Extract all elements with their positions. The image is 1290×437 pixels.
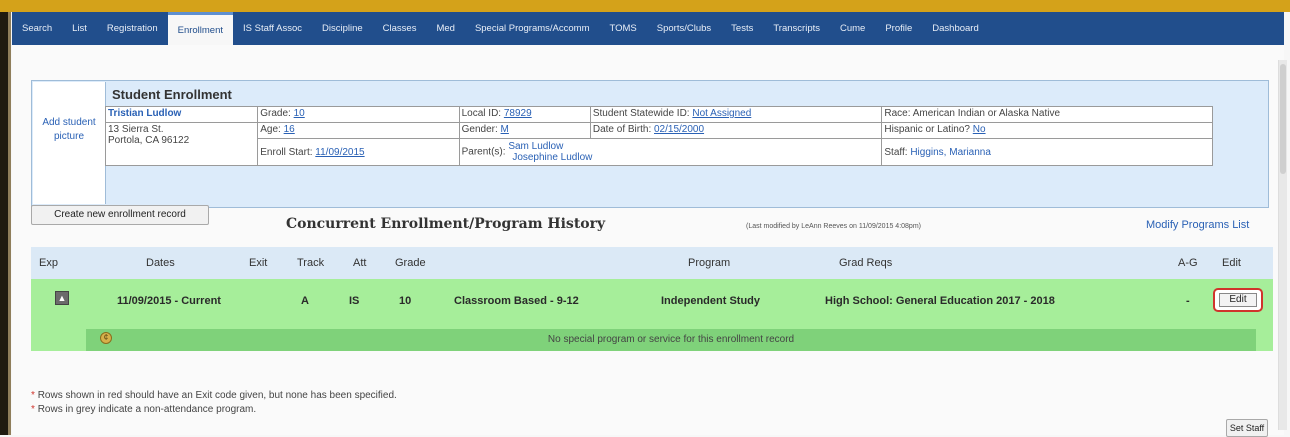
- race-value: American Indian or Alaska Native: [912, 108, 1061, 119]
- enroll-start-value[interactable]: 11/09/2015: [315, 147, 364, 158]
- left-window-edge-inner: [8, 12, 11, 435]
- col-header-program: Program: [688, 257, 731, 269]
- gender-value[interactable]: M: [501, 124, 509, 135]
- grade-value[interactable]: 10: [294, 108, 305, 119]
- nav-tab-classes[interactable]: Classes: [373, 12, 427, 45]
- col-header-exp: Exp: [39, 257, 58, 269]
- student-enrollment-panel: Add student picture Student Enrollment T…: [31, 80, 1269, 208]
- nav-tab-transcripts[interactable]: Transcripts: [763, 12, 830, 45]
- note-red-rows: * Rows shown in red should have an Exit …: [31, 390, 397, 401]
- local-id-label: Local ID:: [461, 108, 502, 119]
- staff-link[interactable]: Higgins, Marianna: [910, 147, 991, 158]
- student-info-table: Tristian Ludlow Grade: 10 Local ID: 7892…: [104, 106, 1213, 166]
- main-navigation-bar: Search List Registration Enrollment IS Staff…: [12, 12, 1284, 45]
- no-special-program-row: ¢ No special program or service for this…: [86, 329, 1256, 351]
- ssid-label: Student Statewide ID:: [592, 108, 690, 119]
- nav-tab-dashboard[interactable]: Dashboard: [922, 12, 988, 45]
- edit-button[interactable]: Edit: [1219, 293, 1257, 307]
- last-modified-text: (Last modified by LeAnn Reeves on 11/09/…: [746, 223, 921, 230]
- row-dates: 11/09/2015 - Current: [117, 295, 221, 307]
- create-enrollment-record-button[interactable]: Create new enrollment record: [31, 205, 209, 225]
- nav-tab-sports-clubs[interactable]: Sports/Clubs: [647, 12, 721, 45]
- note-grey-rows: * Rows in grey indicate a non-attendance…: [31, 404, 257, 415]
- col-header-edit: Edit: [1222, 257, 1241, 269]
- row-grade: 10: [399, 295, 412, 307]
- top-border-strip: [0, 0, 1290, 12]
- address-line-2: Portola, CA 96122: [108, 135, 190, 146]
- nav-tab-cume[interactable]: Cume: [830, 12, 875, 45]
- enrollment-row: ▲ 11/09/2015 - Current A IS 10 Classroom…: [31, 279, 1273, 351]
- dob-value[interactable]: 02/15/2000: [654, 124, 704, 135]
- age-label: Age:: [260, 124, 281, 135]
- left-window-edge: [0, 12, 8, 435]
- local-id-value[interactable]: 78929: [504, 108, 532, 119]
- nav-tab-list: Search List Registration Enrollment IS Staff…: [12, 12, 1284, 45]
- nav-tab-is-staff-assoc[interactable]: IS Staff Assoc: [233, 12, 312, 45]
- dob-label: Date of Birth:: [592, 124, 652, 135]
- edit-highlight-outline: Edit: [1213, 288, 1263, 312]
- col-header-track: Track: [297, 257, 325, 269]
- hispanic-value[interactable]: No: [973, 124, 986, 135]
- age-value[interactable]: 16: [284, 124, 295, 135]
- nav-tab-profile[interactable]: Profile: [875, 12, 922, 45]
- nav-tab-discipline[interactable]: Discipline: [312, 12, 373, 45]
- row-school: Classroom Based - 9-12: [454, 295, 579, 307]
- address-line-1: 13 Sierra St.: [108, 124, 164, 135]
- modify-programs-list-link[interactable]: Modify Programs List: [1146, 219, 1249, 231]
- col-header-a-g: A-G: [1178, 257, 1198, 269]
- nav-tab-med[interactable]: Med: [426, 12, 464, 45]
- nav-tab-list[interactable]: List: [62, 12, 97, 45]
- parent-2-link[interactable]: Josephine Ludlow: [508, 152, 592, 163]
- set-staff-button[interactable]: Set Staff: [1226, 419, 1268, 437]
- nav-tab-registration[interactable]: Registration: [97, 12, 168, 45]
- student-enrollment-title: Student Enrollment: [112, 87, 232, 102]
- gender-label: Gender:: [461, 124, 498, 135]
- no-special-program-text: No special program or service for this e…: [547, 334, 795, 345]
- row-program: Independent Study: [661, 295, 760, 307]
- col-header-grad-reqs: Grad Reqs: [839, 257, 893, 269]
- row-track: A: [301, 295, 309, 307]
- col-header-att: Att: [353, 257, 367, 269]
- col-header-exit: Exit: [249, 257, 268, 269]
- col-header-grade: Grade: [395, 257, 426, 269]
- add-student-picture-link[interactable]: Add student picture: [33, 116, 105, 144]
- hispanic-label: Hispanic or Latino?: [884, 124, 970, 135]
- scrollbar-thumb[interactable]: [1280, 64, 1286, 174]
- nav-tab-toms[interactable]: TOMS: [600, 12, 647, 45]
- enroll-start-label: Enroll Start:: [260, 146, 313, 158]
- student-name-link[interactable]: Tristian Ludlow: [108, 108, 181, 119]
- nav-tab-tests[interactable]: Tests: [721, 12, 763, 45]
- nav-tab-search[interactable]: Search: [12, 12, 62, 45]
- vertical-scrollbar[interactable]: [1278, 60, 1287, 430]
- col-header-dates: Dates: [146, 257, 175, 269]
- grid-header-row: Exp Dates Exit Track Att Grade Program G…: [31, 247, 1273, 279]
- staff-label: Staff:: [884, 146, 908, 158]
- race-label: Race:: [884, 108, 911, 119]
- row-a-g: -: [1186, 295, 1190, 307]
- nav-tab-special-programs-accomm[interactable]: Special Programs/Accomm: [465, 12, 600, 45]
- history-title: Concurrent Enrollment/Program History: [286, 216, 606, 232]
- row-att: IS: [349, 295, 360, 307]
- expand-collapse-icon[interactable]: ▲: [55, 291, 69, 305]
- parent-1-link[interactable]: Sam Ludlow: [508, 141, 592, 152]
- grade-label: Grade:: [260, 108, 291, 119]
- row-grad-reqs: High School: General Education 2017 - 20…: [825, 295, 1055, 307]
- student-photo-box: Add student picture: [33, 82, 106, 204]
- nav-tab-enrollment[interactable]: Enrollment: [167, 12, 234, 45]
- parents-label: Parent(s):: [461, 146, 506, 158]
- ssid-value[interactable]: Not Assigned: [692, 108, 751, 119]
